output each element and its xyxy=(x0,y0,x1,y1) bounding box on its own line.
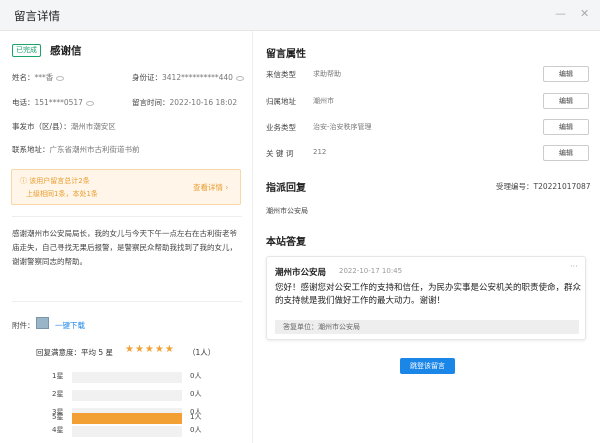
prop-value: 212 xyxy=(313,148,327,156)
assign-section-title: 指派回复 xyxy=(266,183,306,194)
reply-unit-label: 答复单位： xyxy=(283,323,318,331)
reply-unit: 答复单位：潮州市公安局 xyxy=(275,320,579,334)
prop-row: 业务类型 治安-治安秩序管理 编辑 xyxy=(266,119,592,135)
prop-value: 求助帮助 xyxy=(313,70,341,78)
prop-row: 归属地址 潮州市 编辑 xyxy=(266,93,592,109)
minimize-icon[interactable]: — xyxy=(555,7,566,20)
rating-row: 5星 1人 xyxy=(0,412,253,424)
prop-key: 归属地址 xyxy=(266,97,296,106)
prop-key: 业务类型 xyxy=(266,123,296,132)
props-section-title: 留言属性 xyxy=(266,49,306,60)
acceptance-label: 受理编号： xyxy=(496,182,534,191)
title-bar: 留言详情 — ✕ xyxy=(0,0,600,31)
reply-time: 2022-10-17 10:45 xyxy=(339,267,403,275)
prop-value: 治安-治安秩序管理 xyxy=(313,123,372,131)
more-options-icon[interactable]: ··· xyxy=(570,262,578,271)
reply-content: 您好！感谢您对公安工作的支持和信任，为民办实事是公安机关的职责使命，群众的支持就… xyxy=(275,283,582,306)
assigned-unit: 潮州市公安局 xyxy=(266,207,308,215)
prop-value: 潮州市 xyxy=(313,97,334,105)
handling-panel: 留言属性 来信类型 求助帮助 编辑 归属地址 潮州市 编辑 业务类型 治安-治安… xyxy=(254,31,600,443)
jump-to-message-button[interactable]: 跳登该留言 xyxy=(400,358,455,374)
rating-row-count: 1人 xyxy=(190,413,202,421)
rating-row-5-wrap: 5星 1人 xyxy=(0,31,253,443)
prop-row: 来信类型 求助帮助 编辑 xyxy=(266,66,592,82)
reply-card: 潮州市公安局 2022-10-17 10:45 ··· 您好！感谢您对公安工作的… xyxy=(266,256,586,340)
reply-unit-value: 潮州市公安局 xyxy=(318,323,360,331)
edit-button[interactable]: 编辑 xyxy=(543,93,589,109)
edit-button[interactable]: 编辑 xyxy=(543,145,589,161)
prop-key: 来信类型 xyxy=(266,70,296,79)
acceptance-number: 受理编号：T20221017087 xyxy=(496,181,591,192)
edit-button[interactable]: 编辑 xyxy=(543,119,589,135)
reply-section-title: 本站答复 xyxy=(266,237,306,248)
window-title: 留言详情 xyxy=(14,9,60,23)
edit-button[interactable]: 编辑 xyxy=(543,66,589,82)
rating-row-label: 5星 xyxy=(52,413,64,421)
rating-bar xyxy=(72,413,182,424)
close-icon[interactable]: ✕ xyxy=(580,7,589,20)
acceptance-value: T20221017087 xyxy=(533,182,591,191)
rating-bar-fill xyxy=(72,413,182,424)
prop-row: 关 键 词 212 编辑 xyxy=(266,145,592,161)
prop-key: 关 键 词 xyxy=(266,149,294,158)
message-detail-window: 留言详情 — ✕ 已完成 感谢信 姓名：***香 身份证：3412*******… xyxy=(0,0,600,443)
reply-author: 潮州市公安局 xyxy=(275,268,327,278)
